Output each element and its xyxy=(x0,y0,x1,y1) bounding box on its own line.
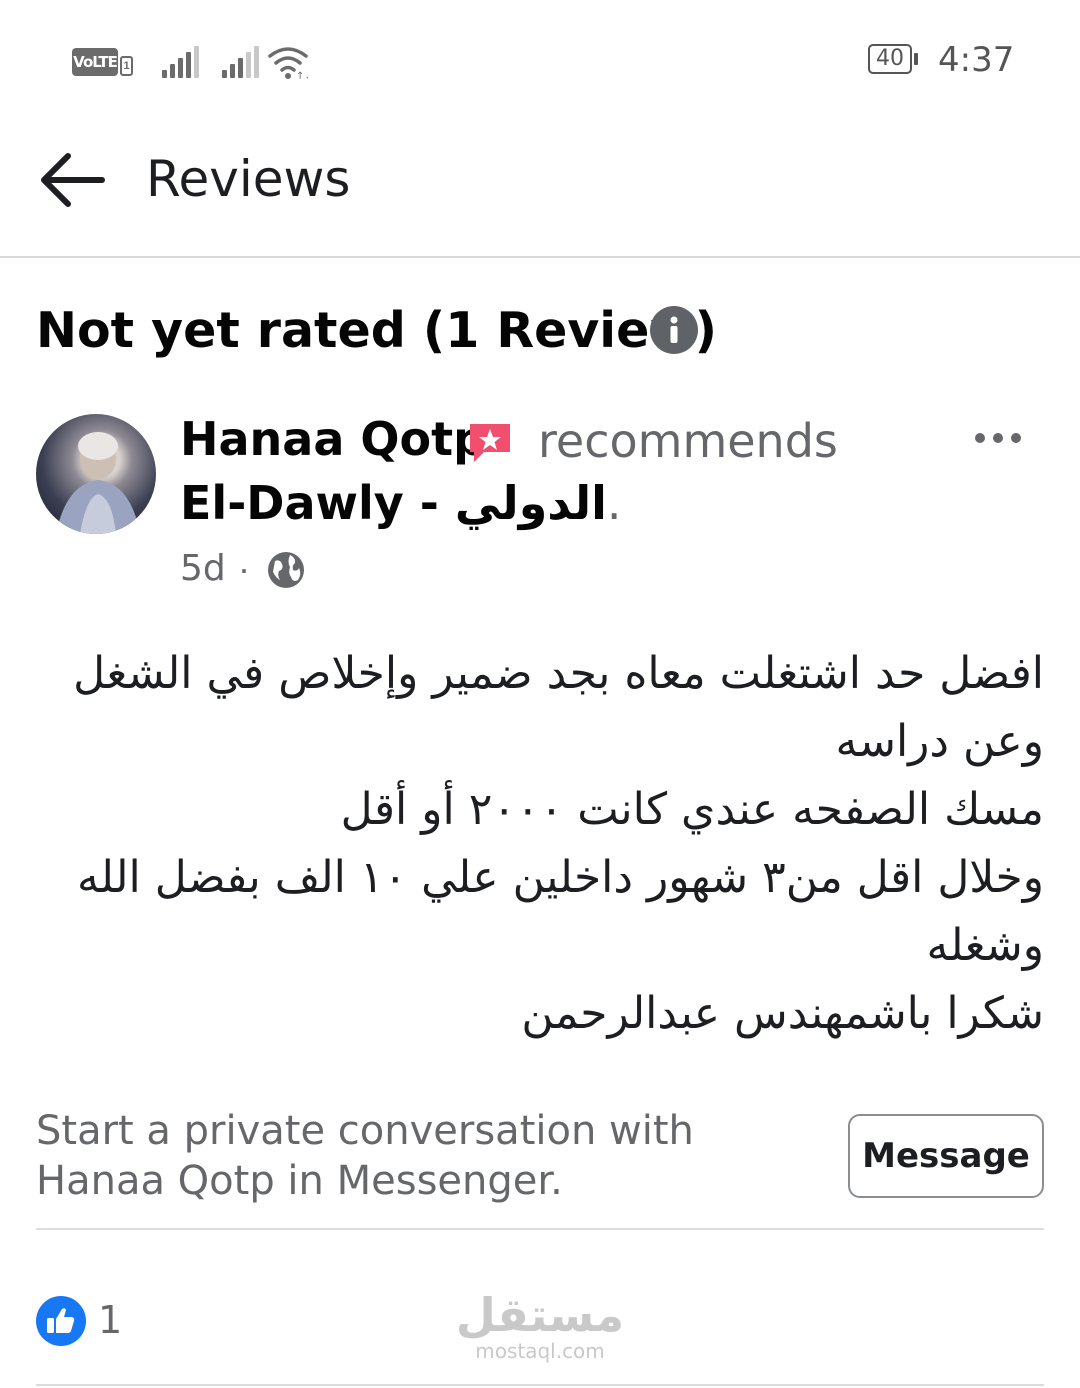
review-line: مسك الصفحه عندي كانت ٢٠٠٠ أو أقل xyxy=(340,784,1044,835)
message-button[interactable]: Message xyxy=(848,1114,1044,1198)
globe-icon xyxy=(268,552,304,588)
info-icon[interactable] xyxy=(650,306,698,354)
wifi-icon: ↑↓ xyxy=(268,47,308,80)
messenger-prompt: Start a private conversation with Hanaa … xyxy=(36,1108,694,1204)
avatar[interactable] xyxy=(36,414,156,534)
svg-text:↑↓: ↑↓ xyxy=(296,71,308,80)
review-author[interactable]: Hanaa Qotp xyxy=(180,412,486,466)
like-count[interactable]: 1 xyxy=(98,1298,122,1342)
watermark-arabic: مستقل xyxy=(455,1288,625,1342)
page-suffix: . xyxy=(606,476,622,530)
review-line: وعن دراسه xyxy=(835,716,1044,767)
status-time: 4:37 xyxy=(938,40,1015,80)
battery-level: 40 xyxy=(868,44,912,74)
review-time[interactable]: 5d xyxy=(180,548,226,589)
volte-icon: VoLTE xyxy=(72,48,118,76)
status-bar: VoLTE 1 ↑↓ 40 4:37 xyxy=(0,0,1080,120)
battery-icon: 40 xyxy=(868,44,920,76)
page-title: Reviews xyxy=(146,150,351,208)
watermark-latin: mostaql.com xyxy=(475,1339,605,1363)
signal-icon xyxy=(162,46,199,78)
review-line: وشغله xyxy=(926,920,1045,971)
bottom-divider xyxy=(36,1384,1044,1386)
review-line: شكرا باشمهندس عبدالرحمن xyxy=(521,988,1044,1039)
section-divider xyxy=(36,1228,1044,1230)
recommend-badge-icon xyxy=(470,424,510,462)
watermark: مستقل mostaql.com xyxy=(440,1290,640,1362)
reviewed-page-name[interactable]: El-Dawly - الدولي xyxy=(180,476,607,530)
review-body: افضل حد اشتغلت معاه بجد ضمير وإخلاص في ا… xyxy=(40,640,1044,1048)
meta-separator: · xyxy=(238,548,250,589)
volte-sim-indicator: 1 xyxy=(120,56,133,76)
review-line: افضل حد اشتغلت معاه بجد ضمير وإخلاص في ا… xyxy=(73,648,1044,699)
more-dots-icon[interactable] xyxy=(970,422,1026,454)
like-thumb-icon[interactable] xyxy=(36,1296,86,1346)
review-line: وخلال اقل من٣ شهور داخلين علي ١٠ الف بفض… xyxy=(76,852,1044,903)
header-divider xyxy=(0,256,1080,258)
rating-summary: Not yet rated (1 Review) xyxy=(36,302,717,359)
recommends-text: recommends xyxy=(538,414,838,468)
reviewed-page[interactable]: El-Dawly - الدولي. xyxy=(180,476,622,530)
signal-icon-2 xyxy=(222,46,259,78)
arrow-left-icon[interactable] xyxy=(38,150,106,210)
